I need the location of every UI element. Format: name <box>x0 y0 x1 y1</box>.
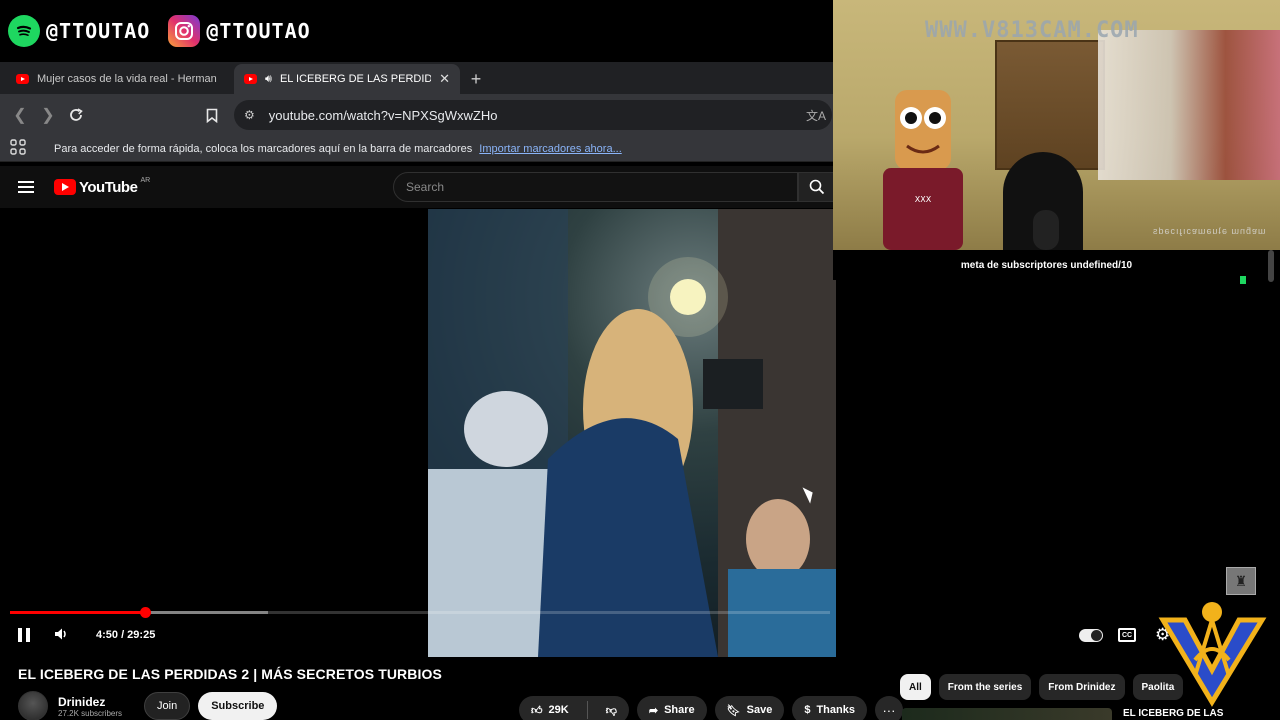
thumbs-down-icon: 👎︎ <box>605 704 617 717</box>
search-button[interactable] <box>798 172 836 202</box>
apps-grid-icon[interactable] <box>10 139 26 158</box>
region-code: AR <box>140 176 151 184</box>
webcam-caption: ɯɐƃnɯ ǝʇuǝɯɐɔıɟıɔǝds <box>1152 226 1266 236</box>
subscribe-button[interactable]: Subscribe <box>198 692 278 720</box>
youtube-play-logo-icon <box>54 179 76 195</box>
url-text[interactable]: youtube.com/watch?v=NPXSgWxwZHo <box>269 108 498 123</box>
scrollbar[interactable] <box>1268 250 1274 282</box>
youtube-logo-text: YouTube <box>79 178 138 196</box>
search-icon <box>809 179 825 195</box>
recommendation-thumbnail[interactable] <box>902 708 1112 720</box>
tab-label: Mujer casos de la vida real - Herman <box>37 73 217 85</box>
share-label: Share <box>664 704 695 716</box>
forward-arrow-icon[interactable]: ❯ <box>38 101 58 129</box>
save-icon: 🔖︎ <box>726 704 741 717</box>
spotify-handle: @TTOUTAO <box>8 15 150 47</box>
spotify-icon <box>8 15 40 47</box>
microphone-icon <box>1033 210 1059 250</box>
site-settings-icon[interactable]: ⚙︎ <box>244 108 255 122</box>
mascot-character-icon: XXX <box>883 90 963 250</box>
channel-name[interactable]: Drinidez <box>58 695 122 709</box>
screen: @TTOUTAO @TTOUTAO Mujer casos de la vida… <box>0 0 1280 720</box>
subscriber-goal: meta de subscriptores undefined/10 <box>833 250 1280 280</box>
pause-icon[interactable] <box>18 628 30 642</box>
new-tab-button[interactable]: + <box>460 64 492 94</box>
back-arrow-icon[interactable]: ❮ <box>10 101 30 129</box>
captions-icon[interactable]: CC <box>1118 628 1136 642</box>
instagram-handle-text: @TTOUTAO <box>206 19 311 43</box>
thanks-icon: $ <box>804 704 811 716</box>
youtube-logo[interactable]: YouTube AR <box>54 176 151 196</box>
share-button[interactable]: ➦ Share <box>636 696 707 720</box>
more-options-button[interactable]: ··· <box>874 696 903 720</box>
social-overlay-bar: @TTOUTAO @TTOUTAO <box>0 0 833 62</box>
video-actions: 👍︎ 29K 👎︎ ➦ Share 🔖︎ Save $ Thanks ··· <box>519 696 903 720</box>
bookmark-icon[interactable] <box>202 101 222 129</box>
share-icon: ➦ <box>648 704 659 717</box>
wooden-shelf <box>995 40 1105 170</box>
search-placeholder: Search <box>406 180 445 194</box>
concert-scene-image <box>428 209 836 657</box>
webcam-overlay: WWW.V813CAM.COM XXX ɯɐƃnɯ ǝʇuǝɯɐɔıɟıɔǝds <box>833 0 1280 250</box>
video-player[interactable] <box>0 209 836 657</box>
thumbs-up-icon: 👍︎ <box>531 704 543 717</box>
like-button[interactable]: 👍︎ 29K <box>519 696 581 720</box>
tab-label: EL ICEBERG DE LAS PERDIDAS <box>279 73 432 85</box>
autoplay-toggle[interactable] <box>1079 629 1103 642</box>
youtube-header: YouTube AR Search <box>0 166 836 208</box>
menu-hamburger-icon[interactable] <box>18 181 34 193</box>
status-indicator <box>1240 276 1246 284</box>
svg-text:XXX: XXX <box>915 195 932 204</box>
dislike-button[interactable]: 👎︎ <box>594 696 629 720</box>
miniplayer-thumbnail[interactable]: ♜ <box>1226 567 1256 595</box>
close-tab-icon[interactable]: ✕ <box>439 71 450 87</box>
volume-icon[interactable] <box>53 626 69 647</box>
channel-info: Drinidez 27.2K subscribers <box>58 695 122 718</box>
bookmarks-hint-text: Para acceder de forma rápida, coloca los… <box>54 142 473 155</box>
reload-icon[interactable] <box>66 101 86 129</box>
streamer-logo-icon <box>1158 602 1267 707</box>
instagram-handle: @TTOUTAO <box>168 15 310 47</box>
like-dislike-group: 👍︎ 29K 👎︎ <box>519 696 629 720</box>
browser-tab-strip: Mujer casos de la vida real - Herman 🔊︎ … <box>0 62 833 94</box>
search-input[interactable]: Search <box>393 172 798 202</box>
address-bar[interactable]: ⚙︎ youtube.com/watch?v=NPXSgWxwZHo 文A <box>234 100 832 130</box>
chip-all[interactable]: All <box>900 674 931 700</box>
video-frame[interactable] <box>428 209 836 657</box>
youtube-favicon-icon <box>16 74 29 84</box>
player-controls: 4:50 / 29:25 CC ⚙ <box>0 620 1280 652</box>
bookmarks-bar: Para acceder de forma rápida, coloca los… <box>0 136 833 162</box>
webcam-watermark: WWW.V813CAM.COM <box>925 18 1139 43</box>
time-display: 4:50 / 29:25 <box>96 629 156 641</box>
like-count: 29K <box>548 704 569 716</box>
chip-from-series[interactable]: From the series <box>938 674 1032 700</box>
join-button[interactable]: Join <box>144 692 191 720</box>
save-label: Save <box>746 704 773 716</box>
bookmarks-hint: Para acceder de forma rápida, coloca los… <box>54 143 622 155</box>
browser-toolbar: ❮ ❯ ⚙︎ youtube.com/watch?v=NPXSgWxwZHo 文… <box>0 94 833 136</box>
import-bookmarks-link[interactable]: Importar marcadores ahora... <box>479 143 621 155</box>
recommendation-chips: All From the series From Drinidez Paolit… <box>900 674 1184 700</box>
thanks-button[interactable]: $ Thanks <box>792 696 867 720</box>
chip-from-channel[interactable]: From Drinidez <box>1039 674 1125 700</box>
instagram-icon <box>168 15 201 47</box>
tab-iceberg-perdidas[interactable]: 🔊︎ EL ICEBERG DE LAS PERDIDAS ✕ <box>234 64 460 94</box>
save-button[interactable]: 🔖︎ Save <box>714 696 785 720</box>
subscriber-count: 27.2K subscribers <box>58 708 123 718</box>
video-title: EL ICEBERG DE LAS PERDIDAS 2 | MÁS SECRE… <box>18 666 442 682</box>
progress-bar[interactable] <box>10 607 830 618</box>
youtube-favicon-icon <box>244 74 257 84</box>
hanging-shirts <box>1098 30 1280 180</box>
tab-mujer-casos[interactable]: Mujer casos de la vida real - Herman <box>6 64 234 94</box>
channel-avatar[interactable] <box>18 691 48 720</box>
thanks-label: Thanks <box>816 704 855 716</box>
speaker-audio-icon: 🔊︎ <box>265 72 272 85</box>
progress-played <box>10 611 146 614</box>
spotify-handle-text: @TTOUTAO <box>46 19 151 43</box>
translate-icon[interactable]: 文A <box>806 107 826 124</box>
